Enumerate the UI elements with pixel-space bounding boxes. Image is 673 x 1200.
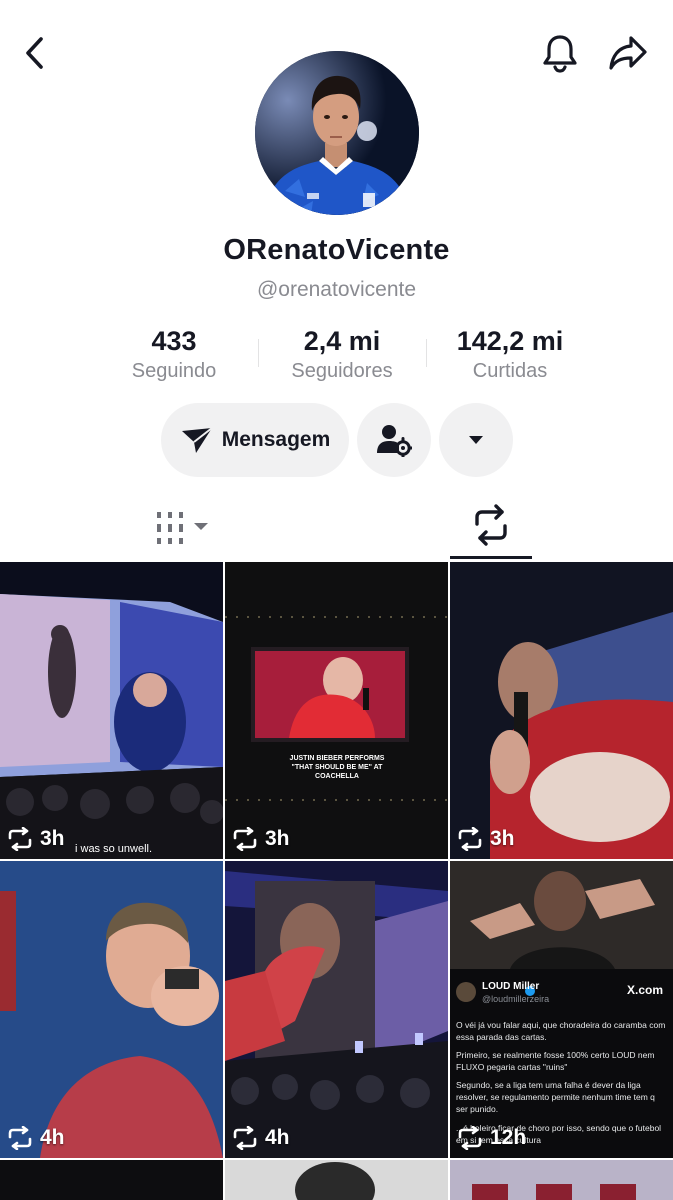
- more-options-button[interactable]: [439, 403, 513, 477]
- profile-stats: 433 Seguindo 2,4 mi Seguidores 142,2 mi …: [90, 325, 594, 385]
- content-tabs: [0, 500, 673, 560]
- followers-label: Seguidores: [291, 360, 393, 382]
- triangle-down-icon: [469, 436, 483, 444]
- following-count: 433: [151, 326, 197, 356]
- likes-label: Curtidas: [472, 360, 548, 382]
- repost-time: 4h: [40, 1126, 65, 1149]
- bell-icon: [543, 35, 577, 73]
- notification-bell-button[interactable]: [537, 30, 583, 76]
- stat-followers[interactable]: 2,4 mi Seguidores: [258, 325, 426, 385]
- video-thumbnail[interactable]: JUSTIN BIEBER PERFORMS "THAT SHOULD BE M…: [225, 562, 448, 859]
- video-thumbnail[interactable]: [450, 1160, 673, 1200]
- repost-icon: [8, 1126, 32, 1150]
- video-thumbnail[interactable]: LOUD Miller @loudmillerzeira X.com O véi…: [450, 861, 673, 1158]
- user-settings-icon: [377, 425, 412, 457]
- repost-icon: [8, 827, 32, 851]
- active-tab-indicator: [450, 556, 532, 559]
- video-thumbnail[interactable]: [225, 1160, 448, 1200]
- tweet-text-2: Primeiro, se realmente fosse 100% certo …: [456, 1050, 655, 1072]
- repost-time: 3h: [265, 827, 290, 850]
- message-button-label: Mensagem: [221, 428, 331, 451]
- tab-reposts[interactable]: [450, 500, 532, 560]
- share-profile-button[interactable]: [604, 30, 652, 76]
- display-name: ORenatoVicente: [223, 234, 450, 266]
- tweet-text-3: Segundo, se a liga tem uma falha é dever…: [456, 1080, 655, 1114]
- video-thumbnail[interactable]: 4h: [225, 861, 448, 1158]
- repost-time: 3h: [490, 827, 515, 850]
- stat-following[interactable]: 433 Seguindo: [90, 325, 258, 385]
- repost-icon: [475, 504, 507, 546]
- repost-icon: [458, 1126, 482, 1150]
- message-button[interactable]: Mensagem: [161, 403, 349, 477]
- profile-avatar[interactable]: [255, 51, 419, 215]
- repost-time-badge: 3h: [456, 827, 515, 851]
- follow-options-button[interactable]: [357, 403, 431, 477]
- repost-time: 3h: [40, 827, 65, 850]
- video-thumbnail[interactable]: [0, 1160, 223, 1200]
- back-button[interactable]: [14, 32, 56, 74]
- send-icon: [181, 427, 213, 453]
- tweet-text-1: O véi já vou falar aqui, que choradeira …: [456, 1020, 666, 1042]
- repost-time: 4h: [265, 1126, 290, 1149]
- grid-filter-icon: [157, 512, 208, 544]
- repost-time-badge: 4h: [6, 1126, 65, 1150]
- repost-icon: [233, 1126, 257, 1150]
- likes-count: 142,2 mi: [456, 326, 564, 356]
- repost-icon: [233, 827, 257, 851]
- repost-time-badge: 12h: [456, 1126, 526, 1150]
- video-caption: i was so unwell.: [75, 843, 153, 855]
- repost-time: 12h: [490, 1126, 527, 1149]
- video-thumbnail[interactable]: 3h: [450, 562, 673, 859]
- tweet-source: X.com: [626, 983, 663, 997]
- video-grid: i was so unwell. 3h JUSTIN BIEBER PERFOR…: [0, 562, 673, 1200]
- repost-time-badge: 4h: [231, 1126, 290, 1150]
- following-label: Seguindo: [131, 360, 217, 382]
- repost-icon: [458, 827, 482, 851]
- share-arrow-icon: [609, 36, 647, 70]
- video-caption: JUSTIN BIEBER PERFORMS "THAT SHOULD BE M…: [289, 755, 385, 780]
- video-thumbnail[interactable]: i was so unwell. 3h: [0, 562, 223, 859]
- stat-likes[interactable]: 142,2 mi Curtidas: [426, 325, 594, 385]
- tweet-username: @loudmillerzeira: [482, 994, 550, 1004]
- repost-time-badge: 3h: [231, 827, 290, 851]
- video-thumbnail[interactable]: 4h: [0, 861, 223, 1158]
- chevron-left-icon: [26, 37, 43, 69]
- username-handle: @orenatovicente: [256, 278, 417, 301]
- tweet-author: LOUD Miller: [482, 981, 540, 992]
- repost-time-badge: 3h: [6, 827, 65, 851]
- tab-videos[interactable]: [155, 510, 215, 546]
- followers-count: 2,4 mi: [303, 326, 381, 356]
